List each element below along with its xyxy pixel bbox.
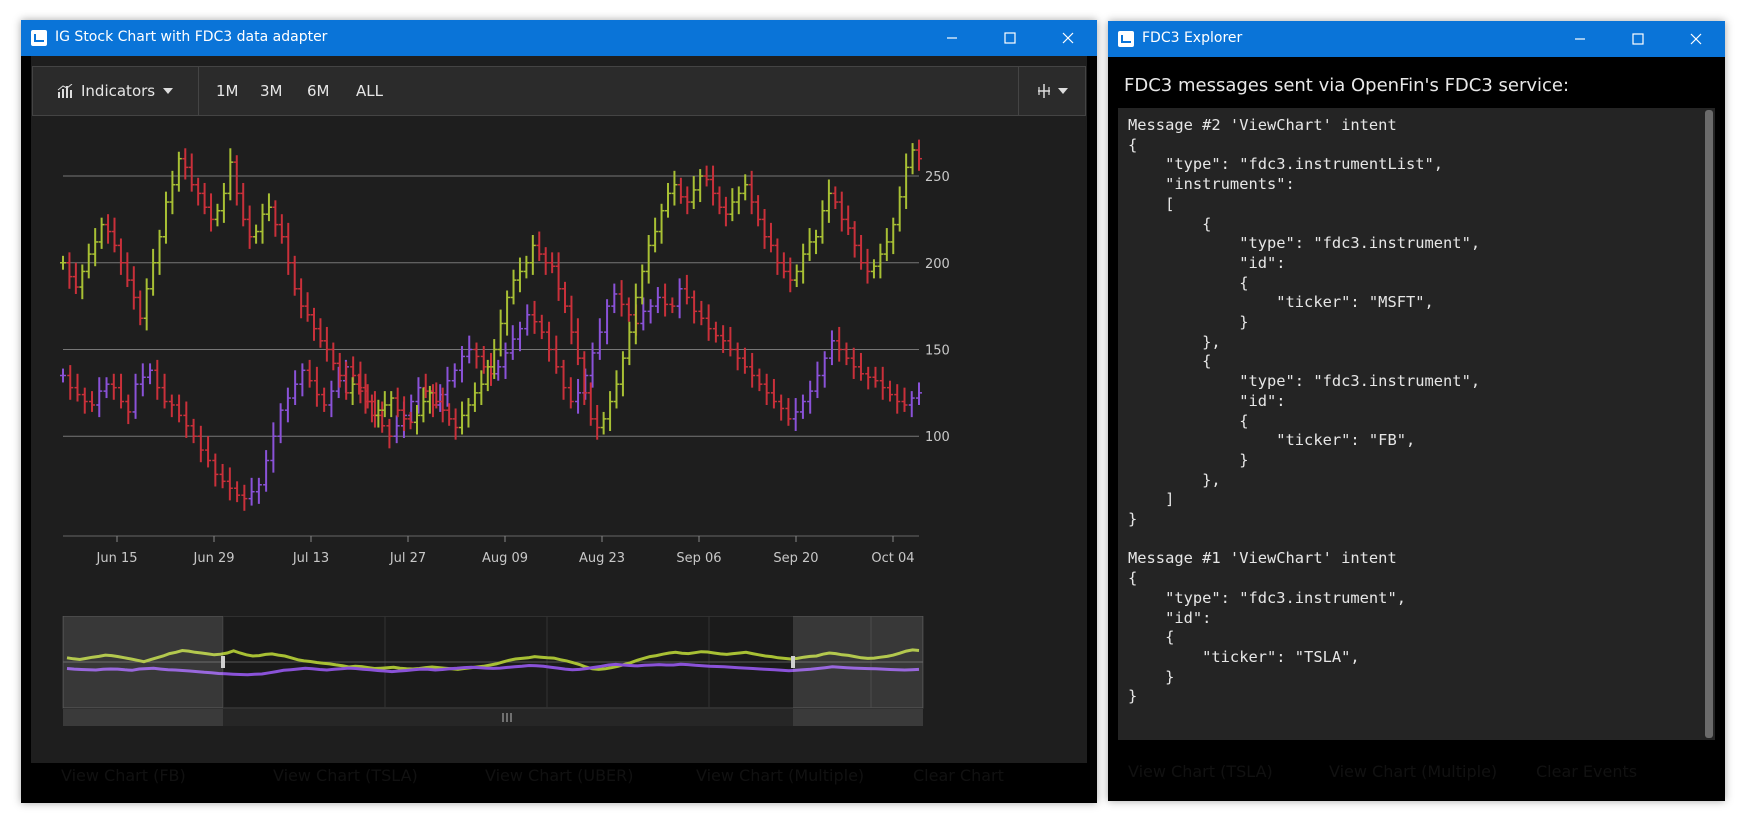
code-line: { [1128, 135, 1138, 154]
indicators-label: Indicators [81, 82, 156, 100]
close-icon [1062, 32, 1074, 44]
code-line: "ticker": "TSLA", [1202, 647, 1360, 666]
x-tick-label: Sep 20 [773, 551, 818, 566]
chevron-down-icon [163, 88, 174, 94]
view-chart-uber-button[interactable]: View Chart (UBER) [475, 756, 676, 795]
clear-chart-button[interactable]: Clear Chart [903, 756, 1049, 795]
code-line: { [1202, 352, 1212, 371]
chart-window: IG Stock Chart with FDC3 data adapter In… [21, 20, 1097, 803]
code-line: }, [1202, 470, 1221, 489]
explorer-window-title: FDC3 Explorer [1142, 30, 1243, 46]
code-line: } [1239, 313, 1249, 332]
crosshair-icon [1038, 84, 1050, 98]
y-tick-label: 100 [925, 430, 950, 445]
minimize-button[interactable] [923, 20, 981, 56]
code-line: { [1239, 273, 1249, 292]
code-line: "type": "fdc3.instrumentList", [1165, 155, 1444, 174]
x-tick-label: Jul 13 [292, 551, 329, 566]
code-line: { [1202, 214, 1212, 233]
maximize-icon [1632, 33, 1644, 45]
message-log[interactable]: Message #2 'ViewChart' intent { "type": … [1118, 108, 1715, 740]
code-line: }, [1202, 332, 1221, 351]
chart-area: Indicators 1M 3M 6M ALL 100 150 200 250 Jun … [31, 56, 1087, 763]
tools-dropdown[interactable] [1018, 67, 1085, 115]
x-tick-label: Sep 06 [676, 551, 721, 566]
minimize-icon [947, 37, 957, 39]
code-line: "type": "fdc3.instrument", [1165, 588, 1406, 607]
clear-events-button[interactable]: Clear Events [1526, 752, 1664, 791]
code-line: "ticker": "MSFT", [1276, 293, 1434, 312]
view-chart-multiple-button[interactable]: View Chart (Multiple) [1319, 752, 1516, 791]
maximize-icon [1004, 32, 1016, 44]
app-icon [1118, 31, 1134, 47]
chevron-down-icon [1058, 88, 1068, 94]
view-chart-tsla-button[interactable]: View Chart (TSLA) [263, 756, 465, 795]
app-icon [31, 30, 47, 46]
code-line: Message #1 'ViewChart' intent [1128, 549, 1397, 568]
navigator-right-handle [791, 656, 795, 668]
minimize-icon [1575, 38, 1585, 40]
navigator-scrollbar-thumb [223, 709, 793, 726]
price-chart[interactable]: 100 150 200 250 Jun 15 Jun 29 Jul 13 Jul 27 Aug … [31, 116, 1087, 606]
code-line: } [1128, 510, 1138, 529]
message-log-scrollbar[interactable] [1705, 110, 1713, 738]
indicators-icon [57, 84, 73, 98]
code-line: "id": [1239, 253, 1286, 272]
chart-toolbar: Indicators 1M 3M 6M ALL [32, 66, 1086, 116]
indicators-dropdown[interactable]: Indicators [33, 67, 199, 115]
minimize-button[interactable] [1551, 21, 1609, 57]
code-line: { [1128, 569, 1138, 588]
x-tick-label: Jul 27 [389, 551, 426, 566]
close-button[interactable] [1667, 21, 1725, 57]
code-line: "type": "fdc3.instrument", [1239, 234, 1481, 253]
range-1m-button[interactable]: 1M [216, 67, 239, 115]
code-line: "instruments": [1165, 175, 1295, 194]
explorer-heading: FDC3 messages sent via OpenFin's FDC3 se… [1124, 75, 1570, 96]
code-line: Message #2 'ViewChart' intent [1128, 116, 1397, 134]
code-line: "type": "fdc3.instrument", [1239, 372, 1481, 391]
x-tick-label: Aug 09 [482, 551, 528, 566]
x-tick-label: Jun 15 [96, 551, 138, 566]
code-line: { [1239, 411, 1249, 430]
x-tick-label: Oct 04 [871, 551, 914, 566]
message-log-text: Message #2 'ViewChart' intent { "type": … [1128, 116, 1480, 707]
close-button[interactable] [1039, 20, 1097, 56]
range-all-button[interactable]: ALL [356, 67, 383, 115]
code-line: "id": [1165, 608, 1212, 627]
range-6m-button[interactable]: 6M [307, 67, 330, 115]
y-tick-label: 250 [925, 170, 950, 185]
view-chart-multiple-button[interactable]: View Chart (Multiple) [686, 756, 893, 795]
chart-window-title: IG Stock Chart with FDC3 data adapter [55, 29, 328, 45]
range-3m-button[interactable]: 3M [260, 67, 283, 115]
maximize-button[interactable] [981, 20, 1039, 56]
x-tick-label: Jun 29 [193, 551, 235, 566]
y-tick-label: 200 [925, 257, 950, 272]
code-line: ] [1165, 490, 1175, 509]
range-navigator[interactable] [31, 616, 1087, 736]
code-line: "id": [1239, 391, 1286, 410]
chart-window-titlebar[interactable]: IG Stock Chart with FDC3 data adapter [21, 20, 1097, 56]
y-tick-label: 150 [925, 343, 950, 358]
view-chart-tsla-button[interactable]: View Chart (TSLA) [1118, 752, 1309, 791]
explorer-window-titlebar[interactable]: FDC3 Explorer [1108, 21, 1725, 57]
x-tick-label: Aug 23 [579, 551, 625, 566]
code-line: } [1165, 667, 1175, 686]
code-line: "ticker": "FB", [1276, 431, 1416, 450]
close-icon [1690, 33, 1702, 45]
navigator-left-handle [221, 656, 225, 668]
navigator-unselected-right [793, 616, 923, 708]
code-line: } [1128, 687, 1138, 706]
view-chart-fb-button[interactable]: View Chart (FB) [51, 756, 252, 795]
code-line: [ [1165, 194, 1175, 213]
navigator-unselected-left [63, 616, 223, 708]
explorer-window: FDC3 Explorer FDC3 messages sent via Ope… [1108, 21, 1725, 801]
code-line: } [1239, 450, 1249, 469]
maximize-button[interactable] [1609, 21, 1667, 57]
code-line: { [1165, 628, 1175, 647]
